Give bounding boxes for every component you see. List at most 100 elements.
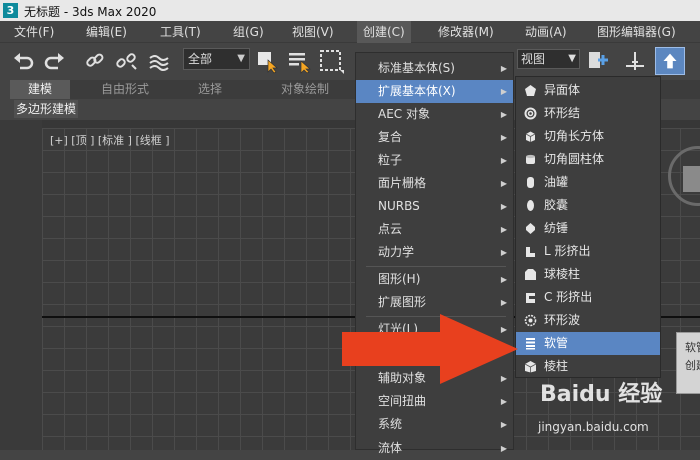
active-toggle-button[interactable] (655, 47, 685, 75)
watermark-url: jingyan.baidu.com (538, 420, 649, 434)
create-menu-dropdown: 标准基本体(S) ▶ 扩展基本体(X) ▶ AEC 对象 ▶ 复合 ▶ 粒子 ▶ 面片栅格… (355, 52, 514, 455)
hose-icon (524, 337, 537, 350)
menu-item-systems[interactable]: 系统 ▶ (356, 413, 513, 436)
torus-knot-icon (524, 107, 537, 120)
chevron-right-icon: ▶ (500, 298, 507, 307)
prism-icon (524, 360, 537, 373)
chevron-right-icon: ▶ (500, 179, 507, 188)
link-icon[interactable] (82, 48, 108, 74)
submenu-item-capsule[interactable]: 胶囊 (516, 194, 660, 217)
submenu-item-prism[interactable]: 棱柱 (516, 355, 660, 378)
menu-item-standard-primitives[interactable]: 标准基本体(S) ▶ (356, 57, 513, 80)
upload-icon (663, 53, 677, 69)
submenu-item-chamfer-box[interactable]: 切角长方体 (516, 125, 660, 148)
viewport-label[interactable]: [+] [顶 ] [标准 ] [线框 ] (50, 132, 170, 148)
move-pivot-icon[interactable] (622, 48, 648, 74)
red-arrow-annotation-icon (342, 314, 518, 384)
chevron-right-icon: ▶ (500, 110, 507, 119)
select-by-name-icon[interactable] (286, 48, 312, 74)
l-ext-icon (524, 245, 537, 258)
hedra-icon (524, 84, 537, 97)
c-ext-icon (524, 291, 537, 304)
submenu-item-ring-wave[interactable]: 环形波 (516, 309, 660, 332)
bind-spacewarp-icon[interactable] (146, 48, 172, 74)
submenu-item-hose[interactable]: 软管 (516, 332, 660, 355)
polygon-modeling-label[interactable]: 多边形建模 (14, 100, 79, 118)
chevron-right-icon: ▶ (500, 156, 507, 165)
submenu-item-l-ext[interactable]: L 形挤出 (516, 240, 660, 263)
menu-item-aec-objects[interactable]: AEC 对象 ▶ (356, 103, 513, 126)
pivot-center-icon[interactable] (586, 49, 612, 75)
viewcube-face[interactable] (683, 166, 700, 192)
chevron-right-icon: ▶ (500, 444, 507, 453)
tooltip-title: 软管 (685, 341, 700, 354)
extended-primitives-submenu: 异面体 环形结 切角长方体 切角圆柱体 油罐 胶囊 纺锤 L 形挤出 球棱柱 C… (515, 76, 661, 378)
submenu-item-oil-tank[interactable]: 油罐 (516, 171, 660, 194)
menu-modifiers[interactable]: 修改器(M) (432, 21, 500, 43)
menu-item-compound[interactable]: 复合 ▶ (356, 126, 513, 149)
title-bar: 3 无标题 - 3ds Max 2020 (0, 0, 700, 21)
submenu-item-spindle[interactable]: 纺锤 (516, 217, 660, 240)
menu-item-dynamics[interactable]: 动力学 ▶ (356, 241, 513, 264)
chevron-right-icon: ▶ (500, 133, 507, 142)
oil-tank-icon (524, 176, 537, 189)
menu-animation[interactable]: 动画(A) (519, 21, 573, 43)
selection-filter-dropdown[interactable]: 全部 ▼ (183, 48, 250, 70)
reference-coordinate-value: 视图 (521, 52, 546, 66)
viewport-side-panel (0, 120, 42, 450)
chevron-right-icon: ▶ (500, 202, 507, 211)
submenu-item-gengon[interactable]: 球棱柱 (516, 263, 660, 286)
submenu-item-c-ext[interactable]: C 形挤出 (516, 286, 660, 309)
tab-selection[interactable]: 选择 (185, 80, 235, 99)
selection-filter-value: 全部 (188, 52, 213, 66)
chevron-right-icon: ▶ (500, 64, 507, 73)
menu-item-shapes[interactable]: 图形(H) ▶ (356, 268, 513, 291)
gengon-icon (524, 268, 537, 281)
unlink-icon[interactable] (113, 48, 139, 74)
redo-icon[interactable] (42, 48, 68, 74)
tooltip: 软管 创建 (676, 332, 700, 394)
watermark-brand: Baidu 经验 (540, 382, 663, 407)
window-title: 无标题 - 3ds Max 2020 (24, 5, 157, 19)
menu-edit[interactable]: 编辑(E) (80, 21, 133, 43)
menu-item-extended-shapes[interactable]: 扩展图形 ▶ (356, 291, 513, 314)
rect-selection-icon[interactable] (318, 48, 344, 74)
menu-item-fluids[interactable]: 流体 ▶ (356, 437, 513, 460)
tab-object-paint[interactable]: 对象绘制 (265, 80, 345, 99)
menu-create[interactable]: 创建(C) (357, 21, 411, 43)
menu-item-particles[interactable]: 粒子 ▶ (356, 149, 513, 172)
menu-group[interactable]: 组(G) (227, 21, 270, 43)
submenu-item-hedra[interactable]: 异面体 (516, 79, 660, 102)
spindle-icon (524, 222, 537, 235)
chevron-right-icon: ▶ (500, 248, 507, 257)
chamfer-cylinder-icon (524, 153, 537, 166)
chevron-right-icon: ▶ (500, 87, 507, 96)
tab-modeling[interactable]: 建模 (10, 80, 70, 99)
select-object-icon[interactable] (254, 48, 280, 74)
menu-tools[interactable]: 工具(T) (154, 21, 207, 43)
menu-views[interactable]: 视图(V) (286, 21, 340, 43)
submenu-item-torus-knot[interactable]: 环形结 (516, 102, 660, 125)
submenu-item-chamfer-cylinder[interactable]: 切角圆柱体 (516, 148, 660, 171)
menu-item-extended-primitives[interactable]: 扩展基本体(X) ▶ (356, 80, 513, 103)
chevron-right-icon: ▶ (500, 397, 507, 406)
menu-item-spacewarps[interactable]: 空间扭曲 ▶ (356, 390, 513, 413)
chevron-right-icon: ▶ (500, 275, 507, 284)
menu-bar: 文件(F) 编辑(E) 工具(T) 组(G) 视图(V) 创建(C) 修改器(M… (0, 21, 700, 43)
main-toolbar: 全部 ▼ 视图 ▼ (0, 44, 700, 78)
chevron-down-icon: ▼ (237, 53, 245, 64)
capsule-icon (524, 199, 537, 212)
chevron-down-icon: ▼ (568, 53, 576, 64)
undo-icon[interactable] (10, 48, 36, 74)
menu-file[interactable]: 文件(F) (8, 21, 60, 43)
app-logo-icon: 3 (3, 3, 18, 18)
tab-freeform[interactable]: 自由形式 (85, 80, 165, 99)
chamfer-box-icon (524, 130, 537, 143)
menu-graph-editors[interactable]: 图形编辑器(G) (591, 21, 682, 43)
reference-coordinate-dropdown[interactable]: 视图 ▼ (517, 49, 580, 69)
menu-separator (366, 266, 506, 267)
chevron-right-icon: ▶ (500, 225, 507, 234)
menu-item-point-cloud[interactable]: 点云 ▶ (356, 218, 513, 241)
menu-item-nurbs[interactable]: NURBS ▶ (356, 195, 513, 218)
menu-item-patch-grids[interactable]: 面片栅格 ▶ (356, 172, 513, 195)
